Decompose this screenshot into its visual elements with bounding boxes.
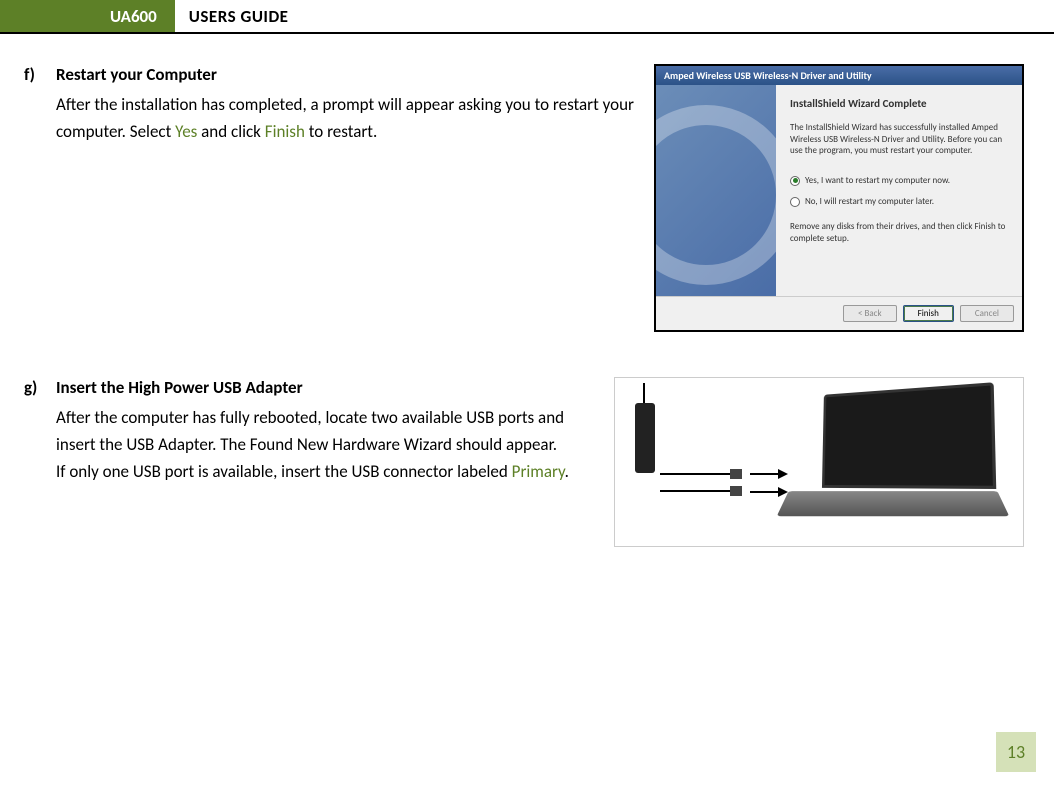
page-header: UA600 USERS GUIDE [0,0,1054,34]
header-title: USERS GUIDE [175,0,1054,32]
radio-yes-label: Yes, I want to restart my computer now. [805,175,950,186]
installer-sidebar-graphic [656,85,776,296]
page-number: 13 [996,732,1036,772]
laptop-diagram [614,377,1024,547]
back-button[interactable]: < Back [843,305,897,322]
section-f: f) Restart your Computer After the insta… [24,64,1024,332]
section-f-finish: Finish [265,121,305,142]
section-g-line2-pre: If only one USB port is available, inser… [56,461,512,482]
installer-dialog: Amped Wireless USB Wireless-N Driver and… [654,64,1024,332]
section-g: g) Insert the High Power USB Adapter Aft… [24,377,1024,547]
installer-note: Remove any disks from their drives, and … [790,221,1008,244]
cable-2 [660,490,730,492]
page-content: f) Restart your Computer After the insta… [0,34,1054,547]
section-f-mid: and click [197,121,264,142]
section-g-title: Insert the High Power USB Adapter [56,377,594,398]
section-f-text: f) Restart your Computer After the insta… [24,64,634,332]
laptop-image [614,377,1024,547]
section-g-label: g) [24,377,42,547]
section-g-para2: If only one USB port is available, inser… [56,458,594,485]
radio-yes-icon [790,176,800,186]
section-g-line2-post: . [565,461,569,482]
section-g-body: Insert the High Power USB Adapter After … [56,377,594,547]
section-f-label: f) [24,64,42,332]
laptop-screen [822,382,996,489]
section-g-para1: After the computer has fully rebooted, l… [56,404,594,458]
finish-button[interactable]: Finish [903,305,954,322]
installer-heading: InstallShield Wizard Complete [790,97,1008,110]
section-f-yes: Yes [175,121,197,142]
installer-button-row: < Back Finish Cancel [656,296,1022,330]
usb-adapter-icon [635,403,655,473]
cable-1 [660,473,730,475]
header-model: UA600 [0,0,175,32]
section-f-para: After the installation has completed, a … [56,91,634,145]
radio-no-label: No, I will restart my computer later. [805,196,934,207]
laptop-base [777,491,1010,516]
installer-desc: The InstallShield Wizard has successfull… [790,122,1008,157]
section-f-title: Restart your Computer [56,64,634,85]
radio-yes-row[interactable]: Yes, I want to restart my computer now. [790,175,1008,186]
section-f-body: Restart your Computer After the installa… [56,64,634,332]
laptop-icon [763,388,1003,538]
installer-content: InstallShield Wizard Complete The Instal… [776,85,1022,296]
installer-body: InstallShield Wizard Complete The Instal… [656,85,1022,296]
radio-no-row[interactable]: No, I will restart my computer later. [790,196,1008,207]
cancel-button[interactable]: Cancel [960,305,1014,322]
radio-no-icon [790,197,800,207]
installer-screenshot: Amped Wireless USB Wireless-N Driver and… [654,64,1024,332]
section-g-primary: Primary [512,461,565,482]
installer-titlebar: Amped Wireless USB Wireless-N Driver and… [656,66,1022,85]
usb-cables-icon [660,473,730,507]
section-f-post: to restart. [305,121,377,142]
section-g-text: g) Insert the High Power USB Adapter Aft… [24,377,594,547]
